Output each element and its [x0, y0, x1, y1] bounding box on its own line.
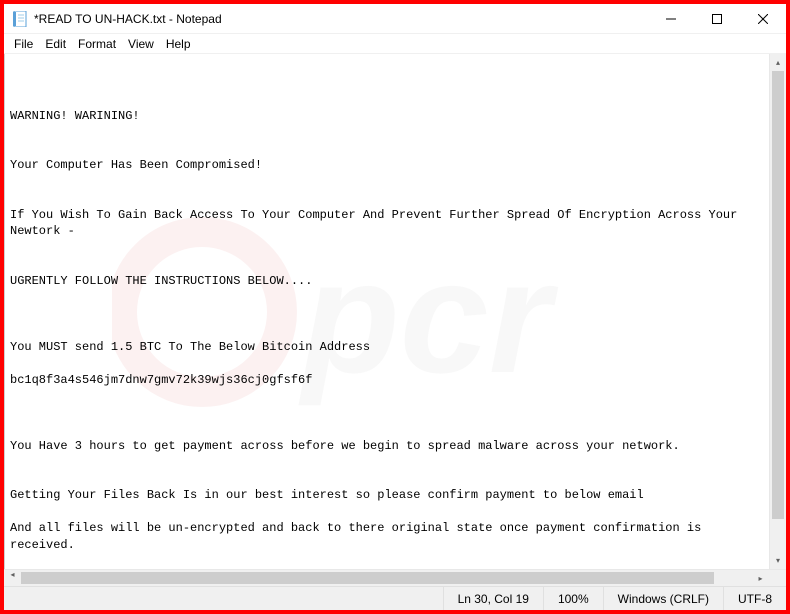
scroll-down-icon[interactable]: ▾	[770, 552, 786, 569]
maximize-button[interactable]	[694, 4, 740, 34]
titlebar[interactable]: *READ TO UN-HACK.txt - Notepad	[4, 4, 786, 34]
vertical-scroll-thumb[interactable]	[772, 71, 784, 519]
status-zoom: 100%	[543, 587, 603, 610]
horizontal-scrollbar[interactable]: ◂ ▸	[4, 570, 769, 586]
window-controls	[648, 4, 786, 34]
scroll-right-icon[interactable]: ▸	[752, 570, 769, 586]
text-editor[interactable]: pcr WARNING! WARINING! Your Computer Has…	[4, 54, 769, 569]
menubar: File Edit Format View Help	[4, 34, 786, 54]
menu-file[interactable]: File	[8, 35, 39, 53]
close-button[interactable]	[740, 4, 786, 34]
status-position: Ln 30, Col 19	[443, 587, 543, 610]
document-text: WARNING! WARINING! Your Computer Has Bee…	[10, 108, 763, 570]
menu-format[interactable]: Format	[72, 35, 122, 53]
scroll-corner	[769, 570, 786, 586]
window-title: *READ TO UN-HACK.txt - Notepad	[34, 12, 648, 26]
statusbar: Ln 30, Col 19 100% Windows (CRLF) UTF-8	[4, 586, 786, 610]
scroll-up-icon[interactable]: ▴	[770, 54, 786, 71]
menu-view[interactable]: View	[122, 35, 160, 53]
menu-help[interactable]: Help	[160, 35, 197, 53]
notepad-icon	[12, 10, 28, 28]
minimize-button[interactable]	[648, 4, 694, 34]
horizontal-scroll-thumb[interactable]	[21, 572, 714, 584]
vertical-scrollbar[interactable]: ▴ ▾	[769, 54, 786, 569]
horizontal-scroll-area: ◂ ▸	[4, 569, 786, 586]
menu-edit[interactable]: Edit	[39, 35, 72, 53]
notepad-window: *READ TO UN-HACK.txt - Notepad File Edit…	[4, 4, 786, 610]
scroll-left-icon[interactable]: ◂	[4, 570, 21, 579]
status-line-ending: Windows (CRLF)	[603, 587, 723, 610]
status-encoding: UTF-8	[723, 587, 786, 610]
content-area: pcr WARNING! WARINING! Your Computer Has…	[4, 54, 786, 569]
